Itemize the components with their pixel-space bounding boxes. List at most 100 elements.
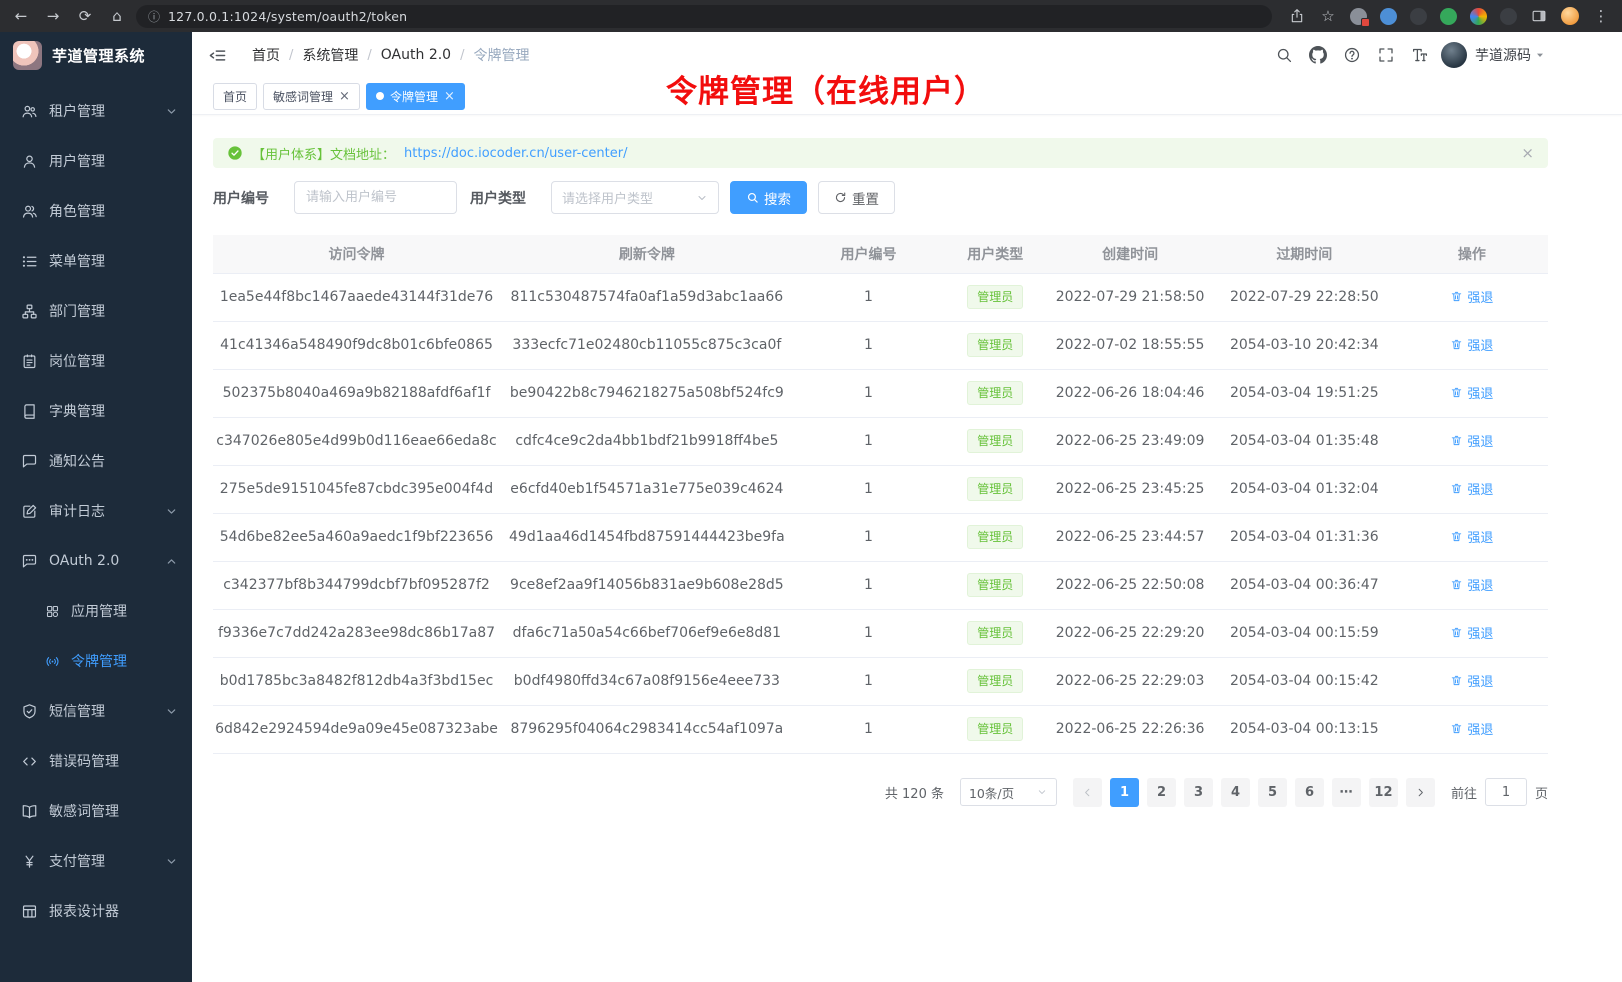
- prev-page-button[interactable]: [1073, 778, 1102, 807]
- sidebar-item-role[interactable]: 角色管理: [0, 186, 192, 236]
- split-view-icon[interactable]: [1530, 8, 1548, 24]
- breadcrumb-item[interactable]: 系统管理: [302, 45, 358, 65]
- force-logout-button[interactable]: 强退: [1450, 287, 1493, 306]
- page-button-6[interactable]: 6: [1295, 778, 1324, 807]
- force-logout-button[interactable]: 强退: [1450, 335, 1493, 354]
- user-type-select[interactable]: 请选择用户类型: [551, 181, 719, 214]
- sidebar-item-oauth-app[interactable]: 应用管理: [0, 586, 192, 636]
- user-type-badge: 管理员: [967, 669, 1023, 693]
- bookmark-star-icon[interactable]: ☆: [1319, 7, 1337, 25]
- extension-blue-icon[interactable]: [1380, 8, 1397, 25]
- extension-gray-icon[interactable]: [1350, 8, 1367, 25]
- force-logout-button[interactable]: 强退: [1450, 623, 1493, 642]
- force-logout-label: 强退: [1467, 431, 1493, 450]
- sidebar-item-audit-log[interactable]: 审计日志: [0, 486, 192, 536]
- page-button-2[interactable]: 2: [1147, 778, 1176, 807]
- force-logout-button[interactable]: 强退: [1450, 671, 1493, 690]
- sidebar-item-post[interactable]: 岗位管理: [0, 336, 192, 386]
- url-bar[interactable]: ⓘ 127.0.0.1:1024/system/oauth2/token: [136, 5, 1272, 28]
- extension-green-icon[interactable]: [1440, 8, 1457, 25]
- force-logout-button[interactable]: 强退: [1450, 479, 1493, 498]
- force-logout-button[interactable]: 强退: [1450, 527, 1493, 546]
- site-info-icon[interactable]: ⓘ: [148, 8, 160, 25]
- share-icon[interactable]: [1288, 8, 1306, 24]
- reset-button[interactable]: 重置: [818, 181, 895, 214]
- chevron-down-icon[interactable]: [1534, 49, 1546, 61]
- user-id-input[interactable]: [294, 181, 457, 214]
- access-token-cell: 41c41346a548490f9dc8b01c6bfe0865: [213, 321, 500, 369]
- sidebar-item-report-designer[interactable]: 报表设计器: [0, 886, 192, 936]
- forward-icon[interactable]: →: [44, 7, 62, 25]
- sidebar-collapse-icon[interactable]: [208, 46, 227, 65]
- user-type-cell: 管理员: [943, 465, 1047, 513]
- force-logout-button[interactable]: 强退: [1450, 383, 1493, 402]
- chevron-down-icon: [166, 856, 177, 867]
- extension-dark2-icon[interactable]: [1500, 8, 1517, 25]
- extension-dark-icon[interactable]: [1410, 8, 1427, 25]
- sidebar-item-sms[interactable]: 短信管理: [0, 686, 192, 736]
- next-page-button[interactable]: [1406, 778, 1435, 807]
- question-icon[interactable]: [1343, 46, 1361, 64]
- page-button-4[interactable]: 4: [1221, 778, 1250, 807]
- force-logout-label: 强退: [1467, 719, 1493, 738]
- sidebar-item-oauth[interactable]: OAuth 2.0: [0, 536, 192, 586]
- refresh-token-cell: 811c530487574fa0af1a59d3abc1aa66: [500, 273, 794, 321]
- search-icon[interactable]: [1275, 46, 1293, 64]
- sidebar-item-label: 报表设计器: [49, 901, 177, 921]
- alert-close-icon[interactable]: ×: [1521, 144, 1534, 162]
- breadcrumb-item[interactable]: OAuth 2.0: [381, 47, 451, 63]
- app-logo[interactable]: 芋道管理系统: [0, 32, 192, 78]
- sidebar-item-tenant[interactable]: 租户管理: [0, 86, 192, 136]
- sidebar-item-sensitive-word[interactable]: 敏感词管理: [0, 786, 192, 836]
- sidebar-item-label: 敏感词管理: [49, 801, 177, 821]
- force-logout-button[interactable]: 强退: [1450, 431, 1493, 450]
- extension-colorful-icon[interactable]: [1470, 8, 1487, 25]
- user-type-badge: 管理员: [967, 381, 1023, 405]
- page-button-5[interactable]: 5: [1258, 778, 1287, 807]
- page-button-12[interactable]: 12: [1369, 778, 1398, 807]
- refresh-token-cell: 333ecfc71e02480cb11055c875c3ca0f: [500, 321, 794, 369]
- tab-close-icon[interactable]: ×: [339, 90, 350, 103]
- username[interactable]: 芋道源码: [1475, 45, 1531, 65]
- browser-menu-icon[interactable]: ⋮: [1592, 7, 1610, 25]
- refresh-token-cell: 8796295f04064c2983414cc54af1097a: [500, 705, 794, 753]
- user-id-cell: 1: [794, 561, 944, 609]
- tenant-icon: [21, 103, 38, 120]
- font-size-icon[interactable]: [1411, 46, 1429, 64]
- user-type-label: 用户类型: [470, 188, 526, 208]
- sidebar-item-menu[interactable]: 菜单管理: [0, 236, 192, 286]
- force-logout-label: 强退: [1467, 575, 1493, 594]
- reload-icon[interactable]: ⟳: [76, 7, 94, 25]
- tab-sensitive-word[interactable]: 敏感词管理×: [263, 83, 360, 110]
- tab-home[interactable]: 首页: [213, 83, 257, 110]
- github-icon[interactable]: [1309, 46, 1327, 64]
- user-avatar[interactable]: [1441, 42, 1467, 68]
- page-button-1[interactable]: 1: [1110, 778, 1139, 807]
- fullscreen-icon[interactable]: [1377, 46, 1395, 64]
- home-icon[interactable]: ⌂: [108, 7, 126, 25]
- sidebar-item-dict[interactable]: 字典管理: [0, 386, 192, 436]
- tab-token-management[interactable]: 令牌管理×: [366, 83, 465, 110]
- profile-avatar[interactable]: [1561, 7, 1579, 25]
- page-button-3[interactable]: 3: [1184, 778, 1213, 807]
- tab-close-icon[interactable]: ×: [444, 90, 455, 103]
- breadcrumb-item[interactable]: 首页: [252, 45, 280, 65]
- page-size-select[interactable]: 10条/页: [960, 778, 1057, 806]
- search-button[interactable]: 搜索: [730, 181, 807, 214]
- success-check-icon: [227, 145, 243, 161]
- trash-icon: [1450, 386, 1463, 399]
- force-logout-button[interactable]: 强退: [1450, 575, 1493, 594]
- pagination-ellipsis[interactable]: ⋯: [1332, 778, 1361, 807]
- goto-page-input[interactable]: [1485, 778, 1527, 806]
- doc-link[interactable]: https://doc.iocoder.cn/user-center/: [404, 146, 627, 161]
- sidebar-item-notice[interactable]: 通知公告: [0, 436, 192, 486]
- sidebar-item-error-code[interactable]: 错误码管理: [0, 736, 192, 786]
- extension-badge: [1361, 18, 1370, 27]
- force-logout-button[interactable]: 强退: [1450, 719, 1493, 738]
- sidebar-item-oauth-token[interactable]: 令牌管理: [0, 636, 192, 686]
- sidebar-item-user[interactable]: 用户管理: [0, 136, 192, 186]
- sidebar-item-pay[interactable]: 支付管理: [0, 836, 192, 886]
- back-icon[interactable]: ←: [12, 7, 30, 25]
- sidebar-item-label: 应用管理: [71, 601, 177, 621]
- sidebar-item-dept[interactable]: 部门管理: [0, 286, 192, 336]
